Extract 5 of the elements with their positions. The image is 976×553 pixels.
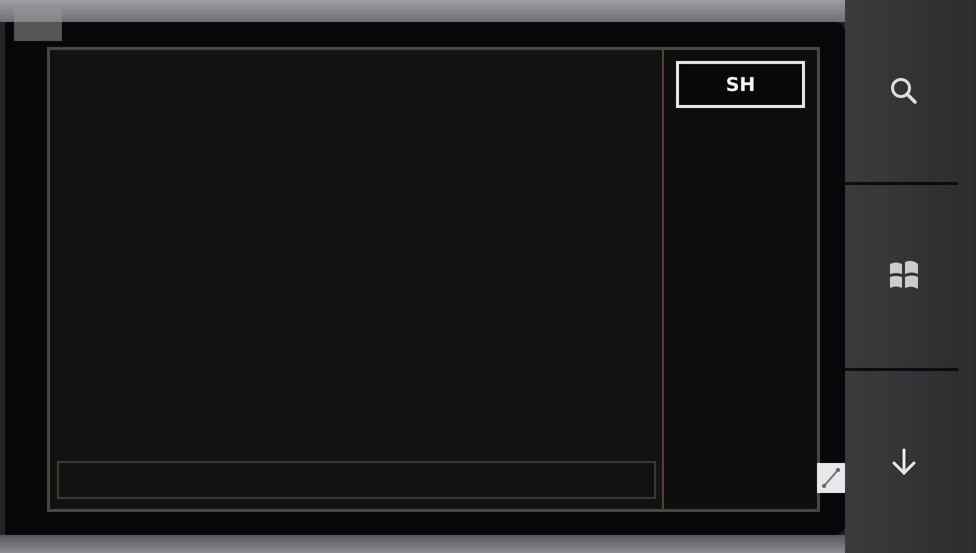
search-icon — [888, 76, 918, 106]
sh-button[interactable]: SH — [676, 61, 805, 108]
resize-icon — [820, 466, 842, 490]
input-field[interactable] — [57, 461, 656, 499]
resize-button[interactable] — [817, 463, 845, 493]
